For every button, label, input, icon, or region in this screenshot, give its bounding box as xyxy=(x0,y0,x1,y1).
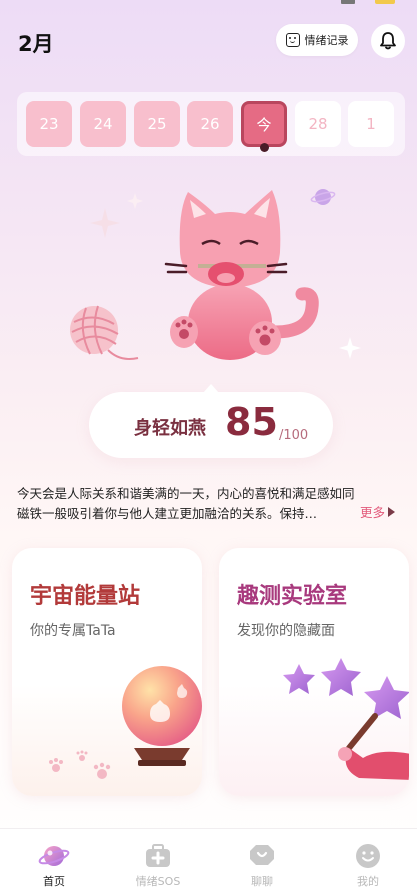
tab-profile[interactable]: 我的 xyxy=(328,843,408,889)
sparkle-icon xyxy=(339,337,361,359)
card-title: 趣测实验室 xyxy=(237,583,348,609)
crystal-ball-icon xyxy=(122,666,202,766)
chat-bubble-icon xyxy=(250,845,274,865)
tab-chat[interactable]: 聊聊 xyxy=(222,843,302,889)
tab-emotion-sos[interactable]: 情绪SOS xyxy=(118,843,198,889)
score-max: /100 xyxy=(279,428,309,443)
fortune-text: 今天会是人际关系和谐美满的一天，内心的喜悦和满足感如同 磁铁一般吸引着你与他人建… xyxy=(17,484,407,524)
signal-icon xyxy=(341,0,355,4)
more-label: 更多 xyxy=(360,505,386,520)
today-indicator-dot xyxy=(260,143,269,152)
card-subtitle: 发现你的隐藏面 xyxy=(237,623,335,639)
tab-label: 聊聊 xyxy=(251,875,273,888)
fortune-line: 今天会是人际关系和谐美满的一天，内心的喜悦和满足感如同 xyxy=(17,486,355,501)
smiley-face-icon xyxy=(356,844,380,868)
date-cell-today[interactable]: 今 xyxy=(241,101,287,147)
mood-face-icon xyxy=(285,33,300,47)
score-card[interactable]: 身轻如燕 85 /100 xyxy=(89,384,333,458)
month-title: 2月 xyxy=(18,32,54,56)
date-cell[interactable]: 25 xyxy=(134,101,180,147)
date-cell[interactable]: 1 xyxy=(348,101,394,147)
score-value: 85 xyxy=(225,400,278,444)
mood-record-label: 情绪记录 xyxy=(304,34,349,47)
date-cell[interactable]: 24 xyxy=(80,101,126,147)
tab-home[interactable]: 首页 xyxy=(14,843,94,889)
planet-icon xyxy=(38,846,70,866)
date-strip: 23 24 25 26 今 28 1 xyxy=(17,92,405,156)
cat-mascot-icon xyxy=(164,190,319,360)
battery-icon xyxy=(375,0,395,4)
date-cell[interactable]: 23 xyxy=(26,101,72,147)
card-subtitle: 你的专属TaTa xyxy=(30,623,116,639)
more-link[interactable]: 更多 xyxy=(360,502,396,521)
play-arrow-icon xyxy=(388,506,396,517)
paw-prints-icon xyxy=(49,750,111,779)
date-cell[interactable]: 26 xyxy=(187,101,233,147)
first-aid-kit-icon xyxy=(146,844,170,867)
card-title: 宇宙能量站 xyxy=(30,583,141,609)
yarn-ball-icon xyxy=(70,305,139,360)
tab-label: 情绪SOS xyxy=(135,875,181,888)
magic-wand-stars-icon xyxy=(283,658,409,780)
tab-label: 我的 xyxy=(357,875,379,888)
sparkle-icon xyxy=(90,208,120,238)
date-cell[interactable]: 28 xyxy=(295,101,341,147)
bottom-tab-bar: 首页 情绪SOS 聊聊 我的 xyxy=(0,828,417,893)
mood-record-button[interactable]: 情绪记录 xyxy=(276,24,358,56)
notification-button[interactable] xyxy=(371,24,405,58)
tab-label: 首页 xyxy=(43,875,65,888)
score-label: 身轻如燕 xyxy=(134,418,206,439)
status-bar xyxy=(0,0,417,10)
fortune-line: 磁铁一般吸引着你与他人建立更加融洽的关系。保持… xyxy=(17,506,318,521)
bell-icon xyxy=(380,32,396,50)
sparkle-icon xyxy=(127,193,143,209)
fun-test-lab-card[interactable]: 趣测实验室 发现你的隐藏面 xyxy=(219,548,409,796)
energy-station-card[interactable]: 宇宙能量站 你的专属TaTa xyxy=(12,548,202,796)
